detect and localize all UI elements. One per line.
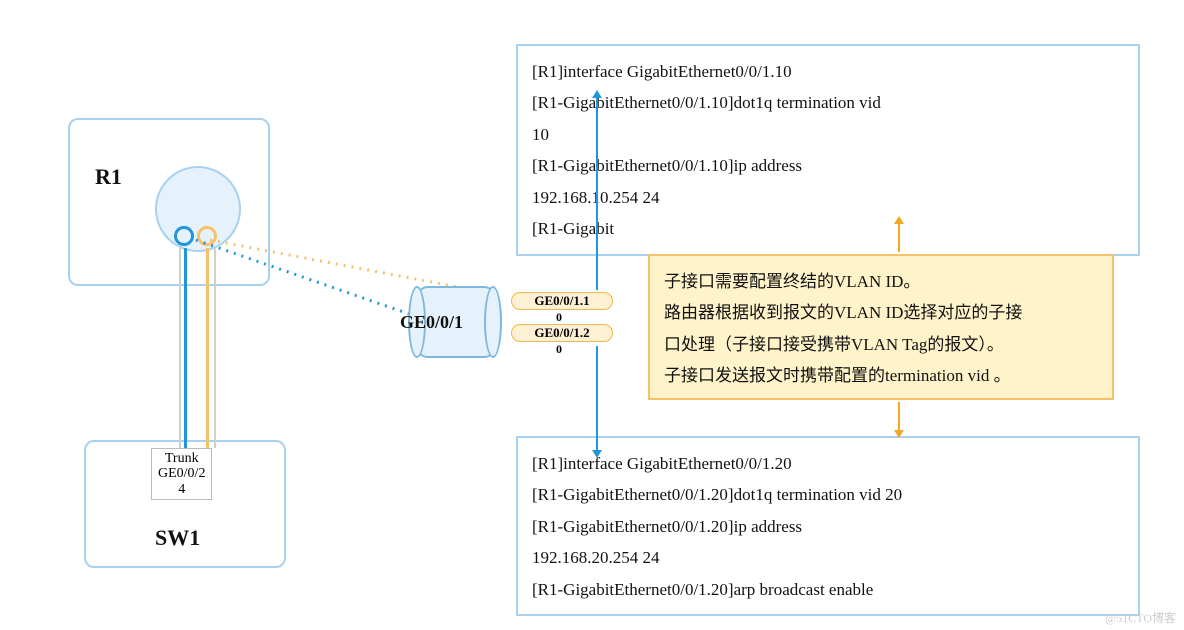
trunk-text-3: 4	[158, 482, 205, 497]
note-l3: 口处理（子接口接受携带VLAN Tag的报文）。	[664, 329, 1098, 360]
cfg20-l4: 192.168.20.254 24	[532, 542, 1124, 573]
subif-20-pill: GE0/0/1.2	[511, 324, 613, 342]
cfg20-l2: [R1-GigabitEthernet0/0/1.20]dot1q termin…	[532, 479, 1124, 510]
trunk-text-1: Trunk	[158, 451, 205, 466]
cfg10-l2: [R1-GigabitEthernet0/0/1.10]dot1q termin…	[532, 87, 1124, 118]
subif-ring-orange	[197, 226, 217, 246]
trunk-label-box: Trunk GE0/0/2 4	[151, 448, 212, 500]
cfg20-l3: [R1-GigabitEthernet0/0/1.20]ip address	[532, 511, 1124, 542]
arrow-blue-down	[596, 346, 598, 452]
device-r1-label: R1	[95, 164, 122, 190]
watermark: @51CTO博客	[1105, 609, 1176, 626]
subif-10-text: GE0/0/1.1	[534, 293, 589, 308]
interface-label: GE0/0/1	[400, 312, 463, 333]
cfg10-l6: [R1-Gigabit	[532, 213, 1124, 244]
cfg10-l3: 10	[532, 119, 1124, 150]
cfg10-l4: [R1-GigabitEthernet0/0/1.10]ip address	[532, 150, 1124, 181]
trunk-text-2: GE0/0/2	[158, 466, 205, 481]
cfg20-l5: [R1-GigabitEthernet0/0/1.20]arp broadcas…	[532, 574, 1124, 605]
subif-ring-blue	[174, 226, 194, 246]
subif-20-text: GE0/0/1.2	[534, 325, 589, 340]
cfg10-l1: [R1]interface GigabitEthernet0/0/1.10	[532, 56, 1124, 87]
subif-10-suffix: 0	[556, 310, 562, 325]
subif-20-suffix: 0	[556, 342, 562, 357]
arrow-orange-up	[898, 222, 900, 252]
vlan10-line	[184, 248, 187, 448]
note-l2: 路由器根据收到报文的VLAN ID选择对应的子接	[664, 297, 1098, 328]
arrow-blue-up	[596, 96, 598, 290]
trunk-line-right	[214, 248, 216, 448]
config-box-vlan10: [R1]interface GigabitEthernet0/0/1.10 [R…	[516, 44, 1140, 256]
note-l4: 子接口发送报文时携带配置的termination vid 。	[664, 360, 1098, 391]
cfg20-l1: [R1]interface GigabitEthernet0/0/1.20	[532, 448, 1124, 479]
cfg10-l5: 192.168.10.254 24	[532, 182, 1124, 213]
trunk-line-left	[179, 248, 181, 448]
config-box-vlan20: [R1]interface GigabitEthernet0/0/1.20 [R…	[516, 436, 1140, 616]
vlan20-line	[206, 248, 209, 448]
note-l1: 子接口需要配置终结的VLAN ID。	[664, 266, 1098, 297]
arrow-orange-down	[898, 402, 900, 432]
note-box: 子接口需要配置终结的VLAN ID。 路由器根据收到报文的VLAN ID选择对应…	[648, 254, 1114, 400]
device-sw1-label: SW1	[155, 525, 200, 551]
subif-10-pill: GE0/0/1.1	[511, 292, 613, 310]
